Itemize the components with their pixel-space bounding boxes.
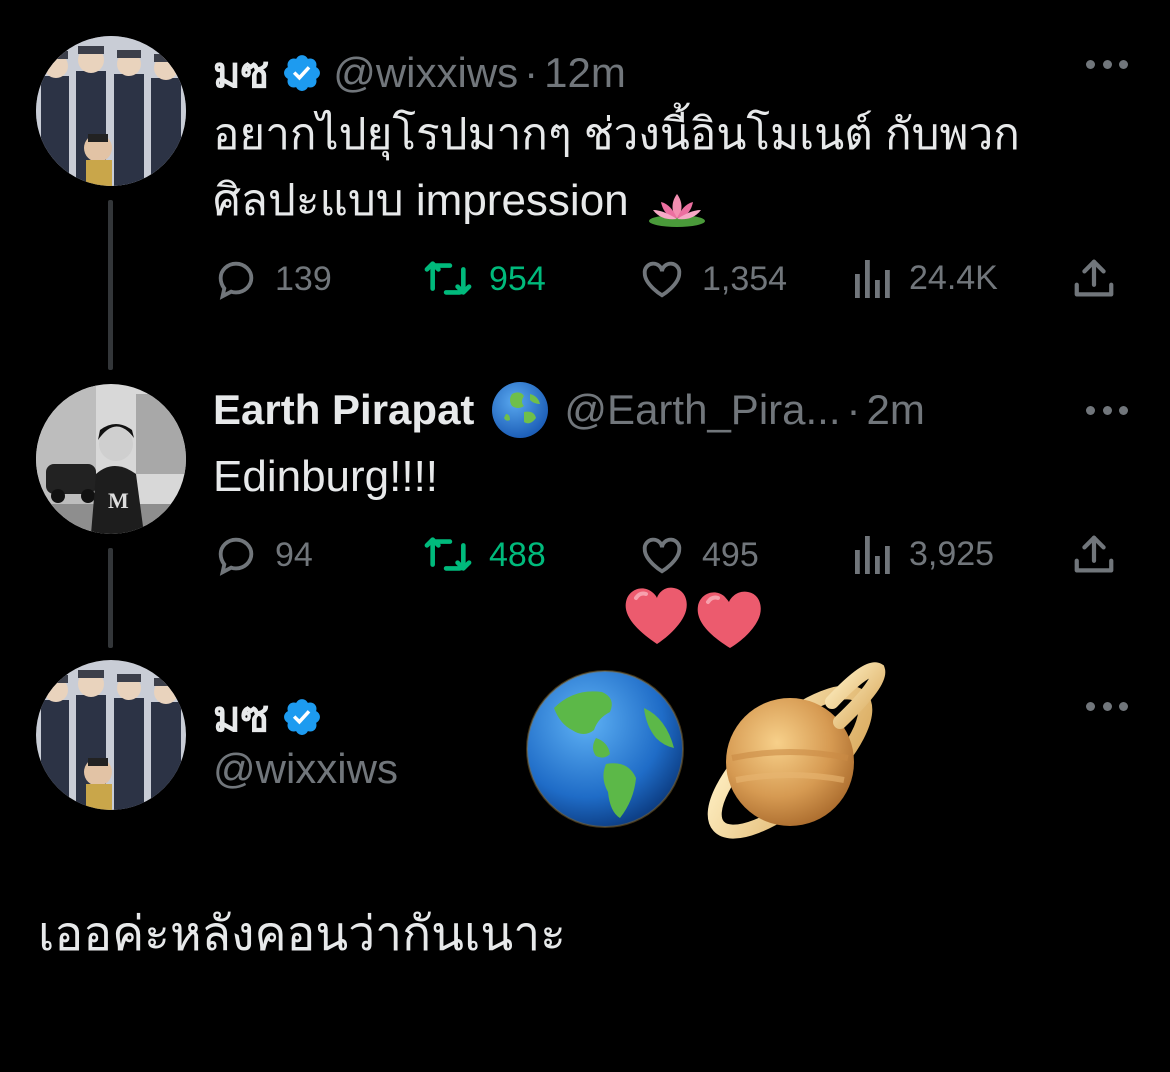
like-button[interactable]: 495 [638, 532, 759, 578]
reply-icon [218, 537, 254, 576]
handle[interactable]: @Earth_Pira... [564, 386, 840, 434]
views-count: 24.4K [909, 258, 998, 297]
like-icon [642, 537, 682, 574]
tweet-1-text: อยากไปยุโรปมากๆ ช่วงนี้อินโมเนต์ กับพวก … [213, 102, 1020, 234]
retweet-count: 954 [489, 259, 546, 298]
reply-text: เออค่ะหลังคอนว่ากันเนาะ [38, 908, 566, 961]
avatar[interactable]: M [36, 384, 186, 534]
more-icon[interactable] [1086, 700, 1128, 712]
share-icon [1074, 259, 1114, 297]
tweet-1-actions: 139 954 1,354 24.4K [213, 256, 1133, 306]
views-count: 3,925 [909, 534, 995, 573]
tweet-2-header: Earth Pirapat @Earth_Pira... · 2m [213, 380, 925, 440]
tweet-text: ศิลปะแบบ impression [213, 176, 629, 225]
verified-icon [281, 696, 323, 738]
avatar[interactable] [36, 660, 186, 810]
views-icon [855, 260, 890, 298]
lotus-emoji [647, 181, 707, 227]
views-button[interactable]: 3,925 [853, 532, 994, 576]
retweet-button[interactable]: 488 [423, 532, 546, 578]
separator-dot: · [846, 386, 861, 433]
verified-icon [281, 52, 323, 94]
reply-count: 94 [275, 535, 313, 574]
tweet-text-line: อยากไปยุโรปมากๆ ช่วงนี้อินโมเนต์ กับพวก [213, 110, 1020, 159]
retweet-count: 488 [489, 535, 546, 574]
share-button[interactable] [1071, 532, 1133, 578]
tweet-3-header: มซ [213, 684, 333, 750]
avatar[interactable] [36, 36, 186, 186]
display-name[interactable]: มซ [213, 40, 269, 106]
handle[interactable]: @wixxiws [333, 49, 518, 97]
display-name[interactable]: Earth Pirapat [213, 386, 474, 434]
more-icon[interactable] [1086, 404, 1128, 416]
earth-emoji [524, 668, 686, 830]
reply-button[interactable]: 139 [213, 256, 332, 302]
tweet-1-header: มซ @wixxiws · 12m [213, 40, 626, 106]
tweet-text-line-2: ศิลปะแบบ impression [213, 168, 1020, 234]
globe-icon [490, 380, 550, 440]
like-count: 1,354 [702, 259, 788, 298]
timestamp[interactable]: 2m [867, 386, 925, 434]
retweet-icon [424, 537, 472, 571]
tweet-2-actions: 94 488 495 3,925 [213, 532, 1133, 582]
reply-count: 139 [275, 259, 332, 298]
more-icon[interactable] [1086, 58, 1128, 70]
thread-line-1 [108, 200, 113, 370]
separator-dot: · [524, 49, 539, 96]
tweet-3-handle-row: @wixxiws [213, 745, 398, 793]
share-button[interactable] [1071, 256, 1133, 302]
views-button[interactable]: 24.4K [853, 256, 998, 300]
heart-emoji [620, 582, 770, 652]
reply-icon [218, 261, 254, 300]
timestamp[interactable]: 12m [544, 49, 626, 97]
views-icon [855, 536, 890, 574]
retweet-button[interactable]: 954 [423, 256, 546, 302]
like-icon [642, 261, 682, 298]
saturn-emoji [692, 662, 888, 858]
display-name[interactable]: มซ [213, 684, 269, 750]
thread-line-2 [108, 548, 113, 648]
tweet-text-line: Edinburg!!!! [213, 452, 439, 501]
svg-text:M: M [108, 488, 129, 513]
tweet-2-text: Edinburg!!!! [213, 444, 438, 510]
like-button[interactable]: 1,354 [638, 256, 787, 302]
handle[interactable]: @wixxiws [213, 745, 398, 793]
reply-button[interactable]: 94 [213, 532, 313, 578]
share-icon [1074, 535, 1114, 573]
like-count: 495 [702, 535, 759, 574]
retweet-icon [424, 261, 472, 295]
